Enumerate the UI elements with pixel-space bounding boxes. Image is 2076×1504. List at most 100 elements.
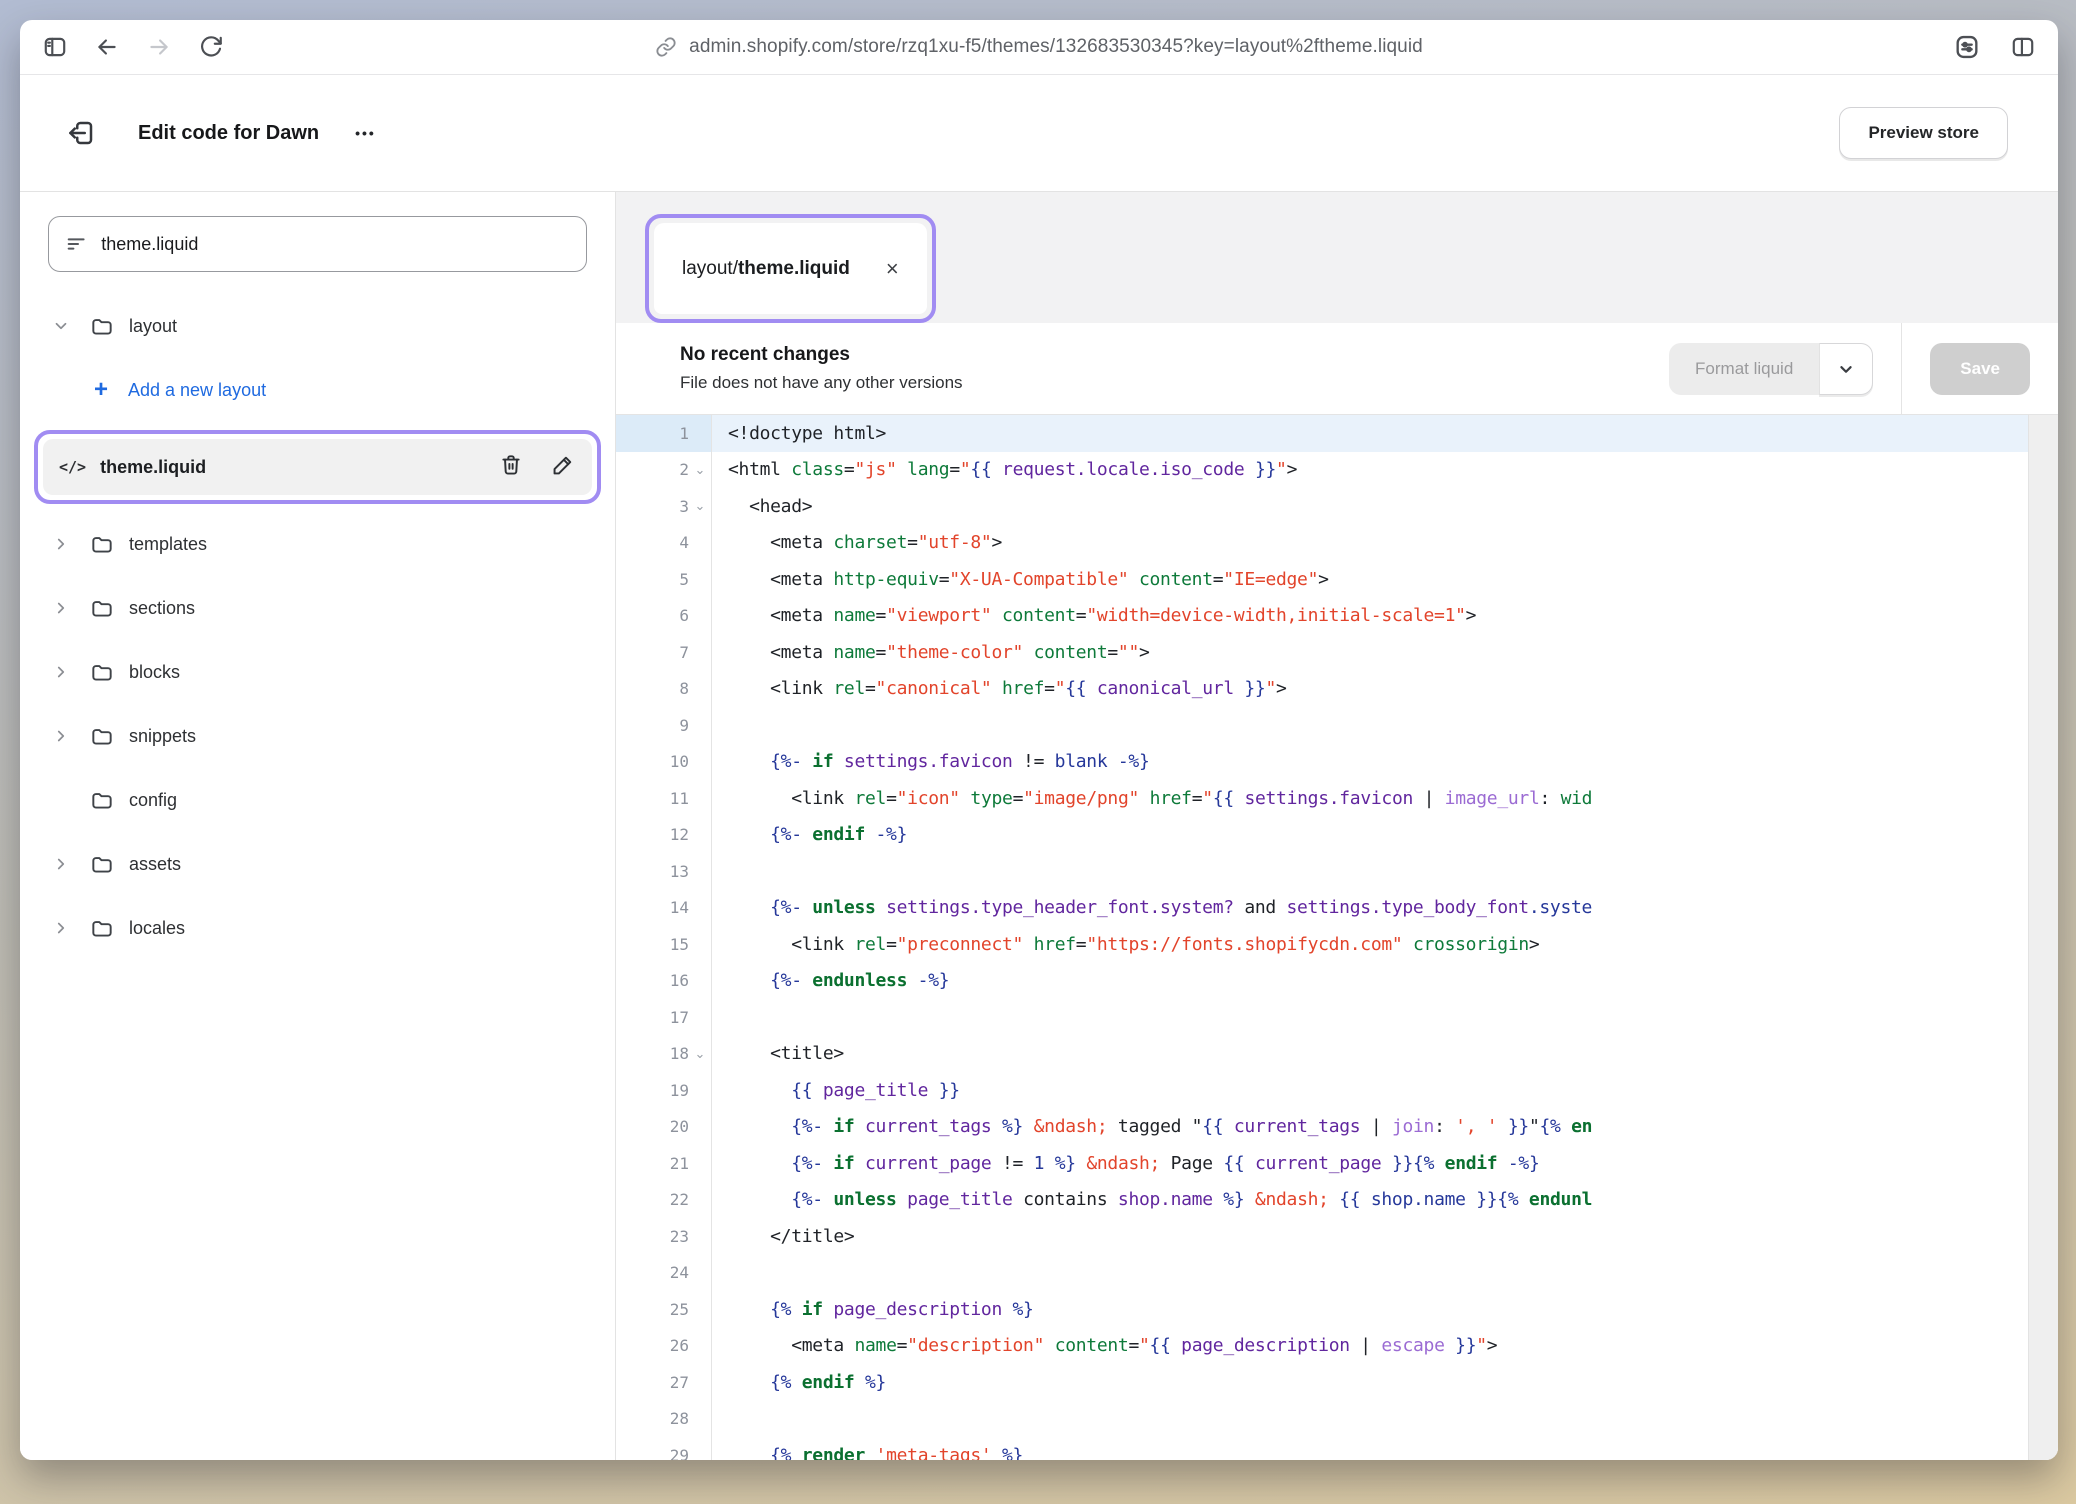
code-line[interactable]: 14 {%- unless settings.type_header_font.… <box>616 890 2028 927</box>
tab-theme-liquid[interactable]: layout/theme.liquid × <box>654 223 927 314</box>
code-line-text: {%- if current_page != 1 %} &ndash; Page… <box>712 1145 2028 1182</box>
line-number-gutter: 13 <box>616 853 712 890</box>
tree-item-label: blocks <box>129 662 180 683</box>
tree-item-label: assets <box>129 854 181 875</box>
code-line[interactable]: 6 <meta name="viewport" content="width=d… <box>616 598 2028 635</box>
code-line-text: {%- unless settings.type_header_font.sys… <box>712 890 2028 927</box>
fold-toggle-icon[interactable]: ⌄ <box>689 462 711 478</box>
address-bar[interactable]: admin.shopify.com/store/rzq1xu-f5/themes… <box>655 36 1423 58</box>
code-line-text: {%- unless page_title contains shop.name… <box>712 1182 2028 1219</box>
code-line[interactable]: 24 <box>616 1255 2028 1292</box>
code-line-text: <title> <box>712 1036 2028 1073</box>
tree-item-templates[interactable]: templates <box>48 520 587 568</box>
code-line[interactable]: 7 <meta name="theme-color" content=""> <box>616 634 2028 671</box>
code-line[interactable]: 29 {% render 'meta-tags' %} <box>616 1437 2028 1460</box>
line-number-gutter: 11 <box>616 780 712 817</box>
delete-file-icon[interactable] <box>498 452 524 483</box>
version-bar: No recent changes File does not have any… <box>616 323 2058 415</box>
code-line-text <box>712 999 2028 1036</box>
code-line[interactable]: 16 {%- endunless -%} <box>616 963 2028 1000</box>
code-line[interactable]: 5 <meta http-equiv="X-UA-Compatible" con… <box>616 561 2028 598</box>
page-settings-icon[interactable] <box>1952 32 1982 62</box>
chevron-right-icon[interactable] <box>48 663 74 681</box>
code-line[interactable]: 23 </title> <box>616 1218 2028 1255</box>
version-title: No recent changes <box>680 344 963 366</box>
filter-icon <box>65 232 87 256</box>
more-menu-icon[interactable]: ••• <box>355 125 376 141</box>
code-line[interactable]: 2⌄<html class="js" lang="{{ request.loca… <box>616 452 2028 489</box>
exit-editor-button[interactable] <box>64 116 98 150</box>
code-line[interactable]: 25 {% if page_description %} <box>616 1291 2028 1328</box>
code-lines: 1<!doctype html>2⌄<html class="js" lang=… <box>616 415 2028 1460</box>
code-line[interactable]: 19 {{ page_title }} <box>616 1072 2028 1109</box>
version-subtitle: File does not have any other versions <box>680 373 963 393</box>
reload-icon[interactable] <box>196 32 226 62</box>
preview-store-button[interactable]: Preview store <box>1839 107 2008 159</box>
code-line-text: <html class="js" lang="{{ request.locale… <box>712 452 2028 489</box>
close-tab-icon[interactable]: × <box>886 258 899 280</box>
line-number-gutter: 17 <box>616 999 712 1036</box>
search-input[interactable] <box>101 234 570 255</box>
format-options-dropdown[interactable] <box>1819 343 1873 395</box>
tree-item-snippets[interactable]: snippets <box>48 712 587 760</box>
chevron-right-icon[interactable] <box>48 599 74 617</box>
tree-item-sections[interactable]: sections <box>48 584 587 632</box>
tree-item-theme-liquid[interactable]: </> theme.liquid <box>43 439 592 495</box>
folder-icon <box>88 531 115 557</box>
editor-scrollbar[interactable] <box>2028 415 2058 1460</box>
code-line-text: {%- endunless -%} <box>712 963 2028 1000</box>
file-sidebar: layout + Add a new layout </> theme.liqu… <box>20 192 616 1460</box>
chevron-right-icon[interactable] <box>48 727 74 745</box>
format-liquid-button[interactable]: Format liquid <box>1669 343 1819 395</box>
code-line-text: <head> <box>712 488 2028 525</box>
code-line[interactable]: 8 <link rel="canonical" href="{{ canonic… <box>616 671 2028 708</box>
code-line[interactable]: 28 <box>616 1401 2028 1438</box>
code-line[interactable]: 17 <box>616 999 2028 1036</box>
fold-toggle-icon[interactable]: ⌄ <box>689 1046 711 1062</box>
save-button[interactable]: Save <box>1930 343 2030 395</box>
file-search[interactable] <box>48 216 587 272</box>
code-line[interactable]: 12 {%- endif -%} <box>616 817 2028 854</box>
chevron-right-icon[interactable] <box>48 855 74 873</box>
code-line[interactable]: 20 {%- if current_tags %} &ndash; tagged… <box>616 1109 2028 1146</box>
code-line[interactable]: 11 <link rel="icon" type="image/png" hre… <box>616 780 2028 817</box>
browser-window: admin.shopify.com/store/rzq1xu-f5/themes… <box>20 20 2058 1460</box>
chevron-down-icon[interactable] <box>48 317 74 335</box>
code-line[interactable]: 3⌄ <head> <box>616 488 2028 525</box>
code-line[interactable]: 18⌄ <title> <box>616 1036 2028 1073</box>
code-line[interactable]: 22 {%- unless page_title contains shop.n… <box>616 1182 2028 1219</box>
rename-file-icon[interactable] <box>550 452 576 483</box>
chevron-right-icon[interactable] <box>48 535 74 553</box>
forward-icon[interactable] <box>144 32 174 62</box>
code-line[interactable]: 26 <meta name="description" content="{{ … <box>616 1328 2028 1365</box>
tree-item-locales[interactable]: locales <box>48 904 587 952</box>
add-new-layout-link[interactable]: + Add a new layout <box>48 366 587 414</box>
code-line[interactable]: 9 <box>616 707 2028 744</box>
line-number-gutter: 21 <box>616 1145 712 1182</box>
code-line-text: <meta http-equiv="X-UA-Compatible" conte… <box>712 561 2028 598</box>
code-line-text: <link rel="icon" type="image/png" href="… <box>712 780 2028 817</box>
tree-item-config[interactable]: config <box>48 776 587 824</box>
split-view-icon[interactable] <box>2008 32 2038 62</box>
code-line[interactable]: 15 <link rel="preconnect" href="https://… <box>616 926 2028 963</box>
tree-item-assets[interactable]: assets <box>48 840 587 888</box>
code-line[interactable]: 13 <box>616 853 2028 890</box>
sidebar-toggle-icon[interactable] <box>40 32 70 62</box>
fold-toggle-icon[interactable]: ⌄ <box>689 498 711 514</box>
code-line-text: {% endif %} <box>712 1364 2028 1401</box>
code-line[interactable]: 4 <meta charset="utf-8"> <box>616 525 2028 562</box>
line-number-gutter: 12 <box>616 817 712 854</box>
line-number-gutter: 16 <box>616 963 712 1000</box>
code-line[interactable]: 10 {%- if settings.favicon != blank -%} <box>616 744 2028 781</box>
chevron-right-icon[interactable] <box>48 919 74 937</box>
folder-icon <box>88 313 115 339</box>
line-number-gutter: 24 <box>616 1255 712 1292</box>
tree-item-label: locales <box>129 918 185 939</box>
tree-item-blocks[interactable]: blocks <box>48 648 587 696</box>
code-line[interactable]: 1<!doctype html> <box>616 415 2028 452</box>
code-line[interactable]: 27 {% endif %} <box>616 1364 2028 1401</box>
tree-item-layout[interactable]: layout <box>48 302 587 350</box>
code-editor: 1<!doctype html>2⌄<html class="js" lang=… <box>616 415 2058 1460</box>
code-line[interactable]: 21 {%- if current_page != 1 %} &ndash; P… <box>616 1145 2028 1182</box>
back-icon[interactable] <box>92 32 122 62</box>
